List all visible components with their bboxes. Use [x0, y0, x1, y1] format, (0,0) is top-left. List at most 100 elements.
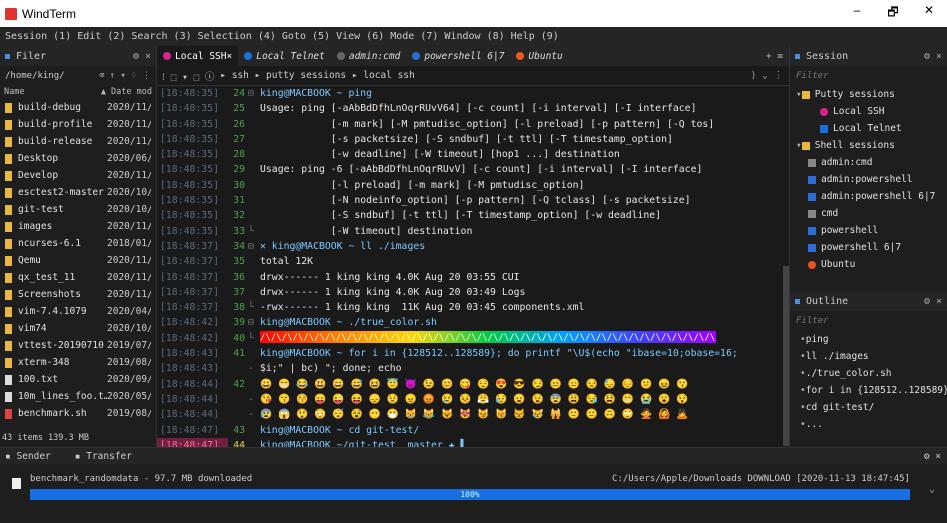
outline-item[interactable]: • for i in {128512..128589}	[790, 382, 947, 399]
col-date[interactable]: ▲ Date mod	[101, 87, 152, 97]
tab-powershell-6-7[interactable]: powershell 6|7	[406, 46, 510, 66]
session-item[interactable]: Local Telnet	[790, 120, 947, 137]
close-button[interactable]: ✕	[911, 3, 947, 24]
file-row[interactable]: esctest2-master 2020/10/	[0, 184, 156, 201]
menu-search[interactable]: Search (3)	[131, 31, 191, 42]
menu-edit[interactable]: Edit (2)	[77, 31, 125, 42]
fold-marker[interactable]	[248, 193, 260, 208]
session-item[interactable]: admin:powershell 6|7	[790, 188, 947, 205]
breadcrumb-path[interactable]: ▸ ssh ▸ putty sessions ▸ local ssh	[220, 70, 414, 81]
fold-marker[interactable]	[248, 377, 260, 392]
fold-marker[interactable]	[248, 254, 260, 269]
session-item[interactable]: admin:powershell	[790, 171, 947, 188]
file-row[interactable]: Qemu 2020/11/	[0, 252, 156, 269]
fold-marker[interactable]: └	[248, 331, 260, 346]
breadcrumb-tools[interactable]: ⟩ ⌄ ⋮	[751, 70, 789, 81]
session-item[interactable]: Local SSH	[790, 103, 947, 120]
outline-item[interactable]: • ./true_color.sh	[790, 365, 947, 382]
session-item[interactable]: ▾ Putty sessions	[790, 86, 947, 103]
file-row[interactable]: Screenshots 2020/11/	[0, 286, 156, 303]
tab-local-telnet[interactable]: Local Telnet	[238, 46, 331, 66]
menu-selection[interactable]: Selection (4)	[198, 31, 276, 42]
fold-marker[interactable]	[248, 423, 260, 438]
outline-filter-input[interactable]: Filter	[790, 311, 947, 331]
filer-tools[interactable]: ⌫ ↑ ▾ ♢ ⋮	[99, 71, 151, 81]
menu-view[interactable]: View (6)	[336, 31, 384, 42]
fold-marker[interactable]	[248, 117, 260, 132]
fold-marker[interactable]	[248, 132, 260, 147]
tab-transfer[interactable]: ▪ Transfer	[75, 451, 144, 462]
folder-icon	[5, 272, 12, 283]
outline-item[interactable]: • ...	[790, 416, 947, 433]
file-row[interactable]: 10m_lines_foo.t… 2020/05/	[0, 388, 156, 405]
file-row[interactable]: build-debug 2020/11/	[0, 99, 156, 116]
menu-help[interactable]: Help (9)	[511, 31, 559, 42]
file-row[interactable]: git-test 2020/10/	[0, 201, 156, 218]
file-row[interactable]: build-profile 2020/11/	[0, 116, 156, 133]
filer-settings-icon[interactable]: ⚙ ×	[133, 51, 151, 62]
fold-marker[interactable]: └	[248, 300, 260, 315]
fold-marker[interactable]	[248, 346, 260, 361]
outline-item[interactable]: • ll ./images	[790, 348, 947, 365]
fold-marker[interactable]: -	[248, 407, 260, 422]
minimize-button[interactable]: –	[839, 3, 875, 24]
file-row[interactable]: build-release 2020/11/	[0, 133, 156, 150]
fold-marker[interactable]	[248, 438, 260, 447]
menu-mode[interactable]: Mode (7)	[390, 31, 438, 42]
tab-ubuntu[interactable]: Ubuntu	[510, 46, 568, 66]
col-name[interactable]: Name	[4, 87, 24, 97]
file-row[interactable]: benchmark.sh 2019/08/	[0, 405, 156, 422]
tab-sender[interactable]: ▪ Sender	[5, 451, 63, 462]
breadcrumb-icons[interactable]: ⁝ ⬚ ▾ ⬚ ⓘ	[162, 69, 220, 83]
session-item[interactable]: ▾ Shell sessions	[790, 137, 947, 154]
session-item[interactable]: powershell 6|7	[790, 239, 947, 256]
outline-item[interactable]: • ping	[790, 331, 947, 348]
terminal-line: [18:48:44] - 😰 😱 😲 😳 😴 😵 😶 😷 😸 😹 😺 😻 😼 😽 😾…	[157, 407, 789, 422]
fold-marker[interactable]	[248, 101, 260, 116]
tab-close-icon[interactable]: ×	[226, 51, 232, 62]
fold-marker[interactable]: └	[248, 224, 260, 239]
outline-settings-icon[interactable]: ⚙ ×	[924, 296, 942, 307]
file-row[interactable]: Desktop 2020/06/	[0, 150, 156, 167]
fold-marker[interactable]: ⊟	[248, 86, 260, 101]
sender-settings-icon[interactable]: ⚙ ×	[924, 451, 941, 462]
session-item[interactable]: admin:cmd	[790, 154, 947, 171]
session-item[interactable]: cmd	[790, 205, 947, 222]
fold-marker[interactable]	[248, 178, 260, 193]
fold-marker[interactable]: ⊟	[248, 239, 260, 254]
terminal-output[interactable]: [18:48:35] 24 ⊟ king@MACBOOK ~ ping [18:48:3…	[157, 86, 789, 447]
file-row[interactable]: xterm-348 2019/08/	[0, 354, 156, 371]
fold-marker[interactable]	[248, 285, 260, 300]
menu-session[interactable]: Session (1)	[5, 31, 71, 42]
fold-marker[interactable]	[248, 208, 260, 223]
filer-path[interactable]: /home/king/	[5, 71, 65, 81]
session-settings-icon[interactable]: ⚙ ×	[924, 51, 942, 62]
fold-marker[interactable]: -	[248, 361, 260, 376]
file-row[interactable]: vim74 2020/10/	[0, 320, 156, 337]
file-row[interactable]: qx_test_11 2020/11/	[0, 269, 156, 286]
file-row[interactable]: vim-7.4.1079 2020/04/	[0, 303, 156, 320]
chevron-down-icon[interactable]: ⌄	[929, 484, 935, 495]
menu-window[interactable]: Window (8)	[444, 31, 504, 42]
fold-marker[interactable]	[248, 270, 260, 285]
fold-marker[interactable]	[248, 147, 260, 162]
file-row[interactable]: ncurses-6.1 2018/01/	[0, 235, 156, 252]
maximize-button[interactable]: 🗗	[875, 3, 911, 24]
file-row[interactable]: Develop 2020/11/	[0, 167, 156, 184]
tab-local-ssh[interactable]: Local SSH ×	[157, 46, 239, 66]
file-row[interactable]: images 2020/11/	[0, 218, 156, 235]
menu-goto[interactable]: Goto (5)	[282, 31, 330, 42]
tab-bar-tools[interactable]: + ≡	[766, 51, 789, 62]
session-item[interactable]: Ubuntu	[790, 256, 947, 273]
terminal-line: [18:48:35] 29 Usage: ping -6 [-aAbBdDfhLnO…	[157, 162, 789, 177]
tab-admin-cmd[interactable]: admin:cmd	[331, 46, 406, 66]
file-row[interactable]: vttest-20190710 2019/07/	[0, 337, 156, 354]
fold-marker[interactable]: ⊟	[248, 315, 260, 330]
fold-marker[interactable]	[248, 162, 260, 177]
fold-marker[interactable]: -	[248, 392, 260, 407]
file-icon	[12, 478, 21, 489]
session-filter-input[interactable]: Filter	[790, 66, 947, 86]
outline-item[interactable]: • cd git-test/	[790, 399, 947, 416]
file-row[interactable]: 100.txt 2020/09/	[0, 371, 156, 388]
session-item[interactable]: powershell	[790, 222, 947, 239]
